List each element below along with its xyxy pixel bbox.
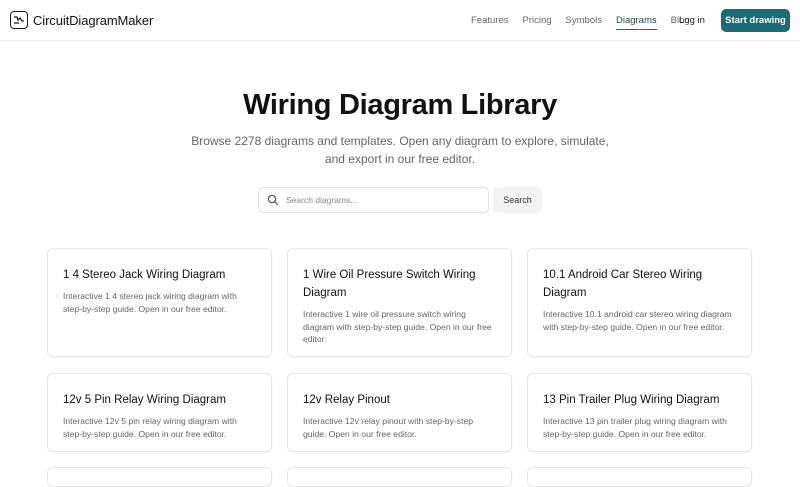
search-input[interactable] [286,195,476,205]
login-link[interactable]: Log in [679,15,705,26]
diagram-card[interactable]: 12v Relay Pinout Interactive 12v relay p… [287,373,512,452]
search-icon [267,194,279,206]
circuit-logo-icon [10,11,28,29]
card-description: Interactive 12v 5 pin relay wiring diagr… [63,416,237,439]
diagram-card[interactable]: 13 Pin Trailer Plug Wiring Diagram Inter… [527,373,752,452]
diagram-card[interactable]: 1 4 Stereo Jack Wiring Diagram Interacti… [47,248,272,357]
card-description: Interactive 10.1 android car stereo wiri… [543,309,732,332]
card-title: 1 Wire Oil Pressure Switch Wiring Diagra… [303,269,476,299]
card-description: Interactive 13 pin trailer plug wiring d… [543,416,727,439]
diagram-card-partial[interactable] [527,467,752,487]
card-description: Interactive 12v relay pinout with step-b… [303,416,474,439]
card-title: 13 Pin Trailer Plug Wiring Diagram [543,394,720,406]
brand-logo[interactable]: CircuitDiagramMaker [10,11,153,29]
diagram-card[interactable]: 1 Wire Oil Pressure Switch Wiring Diagra… [287,248,512,357]
search-box [258,187,489,213]
card-description: Interactive 1 4 stereo jack wiring diagr… [63,291,237,314]
card-title: 12v Relay Pinout [303,394,390,406]
top-header: CircuitDiagramMaker Features Pricing Sym… [0,0,800,41]
page-title: Wiring Diagram Library [243,89,557,121]
main-nav: Features Pricing Symbols Diagrams Blog [471,15,704,30]
nav-pricing[interactable]: Pricing [523,15,552,30]
diagram-card[interactable]: 12v 5 Pin Relay Wiring Diagram Interacti… [47,373,272,452]
card-description: Interactive 1 wire oil pressure switch w… [303,309,492,344]
page-subtitle: Browse 2278 diagrams and templates. Open… [191,134,609,166]
card-title: 10.1 Android Car Stereo Wiring Diagram [543,269,703,299]
nav-symbols[interactable]: Symbols [566,15,602,30]
diagram-card-partial[interactable] [287,467,512,487]
nav-features[interactable]: Features [471,15,509,30]
diagram-card-partial[interactable] [47,467,272,487]
card-title: 12v 5 Pin Relay Wiring Diagram [63,394,226,406]
brand-name: CircuitDiagramMaker [33,12,154,28]
start-drawing-button[interactable]: Start drawing [721,9,790,32]
search-button[interactable]: Search [493,187,542,213]
nav-diagrams[interactable]: Diagrams [615,15,657,30]
diagram-card[interactable]: 10.1 Android Car Stereo Wiring Diagram I… [527,248,752,357]
card-title: 1 4 Stereo Jack Wiring Diagram [63,269,226,281]
